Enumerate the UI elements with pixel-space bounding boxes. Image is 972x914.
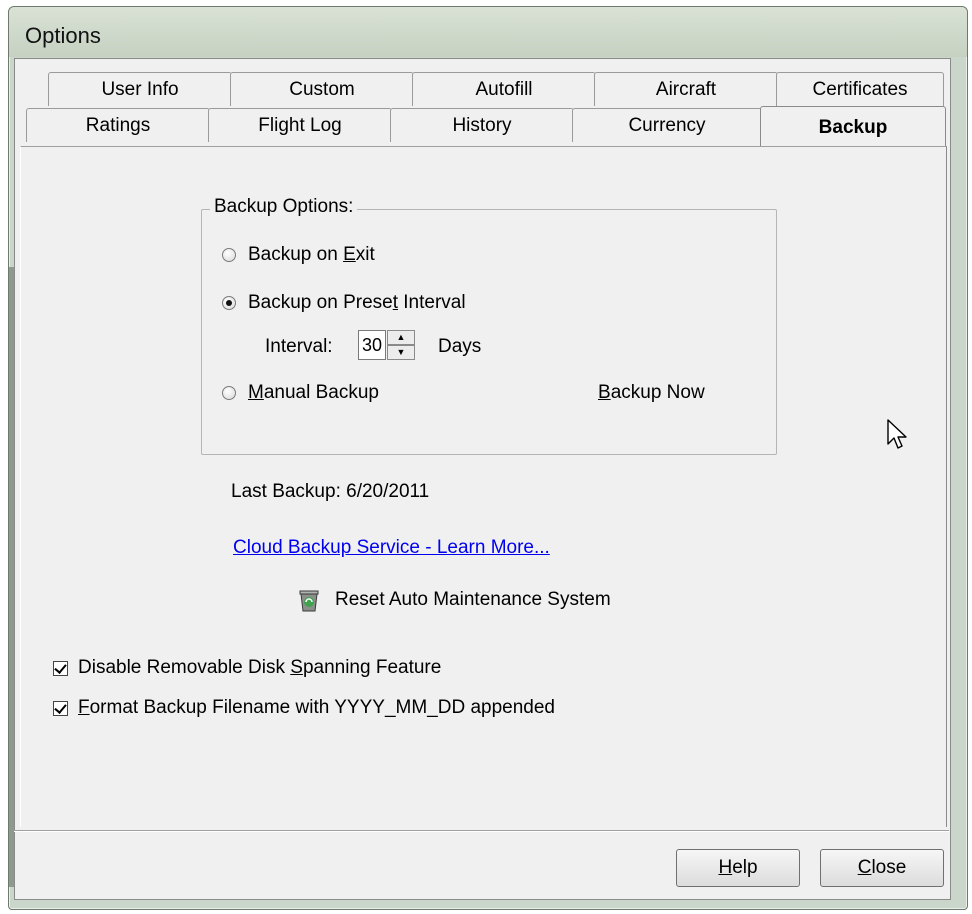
mouse-pointer-icon <box>887 419 909 453</box>
interval-input[interactable]: 30 <box>358 330 386 360</box>
footer-separator <box>14 830 949 832</box>
cloud-backup-link[interactable]: Cloud Backup Service - Learn More... <box>233 537 550 559</box>
tab-history[interactable]: History <box>390 108 574 142</box>
disable-spanning-option[interactable]: Disable Removable Disk Spanning Feature <box>53 657 441 679</box>
reset-maintenance-label: Reset Auto Maintenance System <box>335 589 611 610</box>
interval-stepper[interactable]: 30 ▲ ▼ <box>358 330 415 360</box>
tab-label: Aircraft <box>655 79 717 100</box>
interval-up-button[interactable]: ▲ <box>387 330 415 345</box>
backup-now-button[interactable]: Backup Now <box>598 382 705 404</box>
tab-label: Flight Log <box>258 115 342 136</box>
tab-flight-log[interactable]: Flight Log <box>208 108 392 142</box>
backup-tab-panel: Backup Options: Backup on Exit Backup on… <box>20 146 947 827</box>
disable-spanning-checkbox[interactable] <box>53 660 68 676</box>
tab-label: Currency <box>628 115 706 136</box>
tab-backup[interactable]: Backup <box>760 106 946 146</box>
close-button[interactable]: Close <box>820 849 944 887</box>
title-bar[interactable]: Options <box>9 7 967 57</box>
tab-label: Custom <box>289 79 355 100</box>
tab-autofill[interactable]: Autofill <box>412 72 596 106</box>
last-backup-text: Last Backup: 6/20/2011 <box>231 481 430 502</box>
reset-maintenance-button[interactable]: Reset Auto Maintenance System <box>297 587 611 613</box>
backup-preset-interval-label: Backup on Preset Interval <box>248 292 466 313</box>
manual-backup-label: Manual Backup <box>248 382 379 403</box>
interval-down-button[interactable]: ▼ <box>387 345 415 360</box>
help-button[interactable]: Help <box>676 849 800 887</box>
disable-spanning-label: Disable Removable Disk Spanning Feature <box>78 657 442 678</box>
tab-label: Ratings <box>85 115 151 136</box>
recycle-bin-icon <box>297 587 321 613</box>
interval-label: Interval: <box>265 336 333 357</box>
tab-ratings[interactable]: Ratings <box>26 108 210 142</box>
tab-label: User Info <box>101 79 179 100</box>
interval-unit: Days <box>438 336 482 357</box>
tab-label: Autofill <box>475 79 533 100</box>
tab-custom[interactable]: Custom <box>230 72 414 106</box>
tab-label: History <box>452 115 512 136</box>
tab-user-info[interactable]: User Info <box>48 72 232 106</box>
format-filename-checkbox[interactable] <box>53 700 68 716</box>
window-title: Options <box>25 23 101 48</box>
backup-on-exit-option[interactable]: Backup on Exit <box>222 244 375 266</box>
backup-options-group: Backup Options: Backup on Exit Backup on… <box>201 196 777 455</box>
backup-preset-interval-option[interactable]: Backup on Preset Interval <box>222 292 466 314</box>
backup-preset-interval-radio[interactable] <box>222 296 236 310</box>
format-filename-label: Format Backup Filename with YYYY_MM_DD a… <box>78 697 555 718</box>
tab-certificates[interactable]: Certificates <box>776 72 944 106</box>
tab-aircraft[interactable]: Aircraft <box>594 72 778 106</box>
group-title: Backup Options: <box>210 196 358 218</box>
tab-currency[interactable]: Currency <box>572 108 762 142</box>
tab-label: Backup <box>818 117 888 138</box>
format-filename-option[interactable]: Format Backup Filename with YYYY_MM_DD a… <box>53 697 555 719</box>
tab-label: Certificates <box>812 79 908 100</box>
manual-backup-option[interactable]: Manual Backup <box>222 382 379 404</box>
backup-on-exit-label: Backup on Exit <box>248 244 375 265</box>
manual-backup-radio[interactable] <box>222 386 236 400</box>
backup-on-exit-radio[interactable] <box>222 248 236 262</box>
